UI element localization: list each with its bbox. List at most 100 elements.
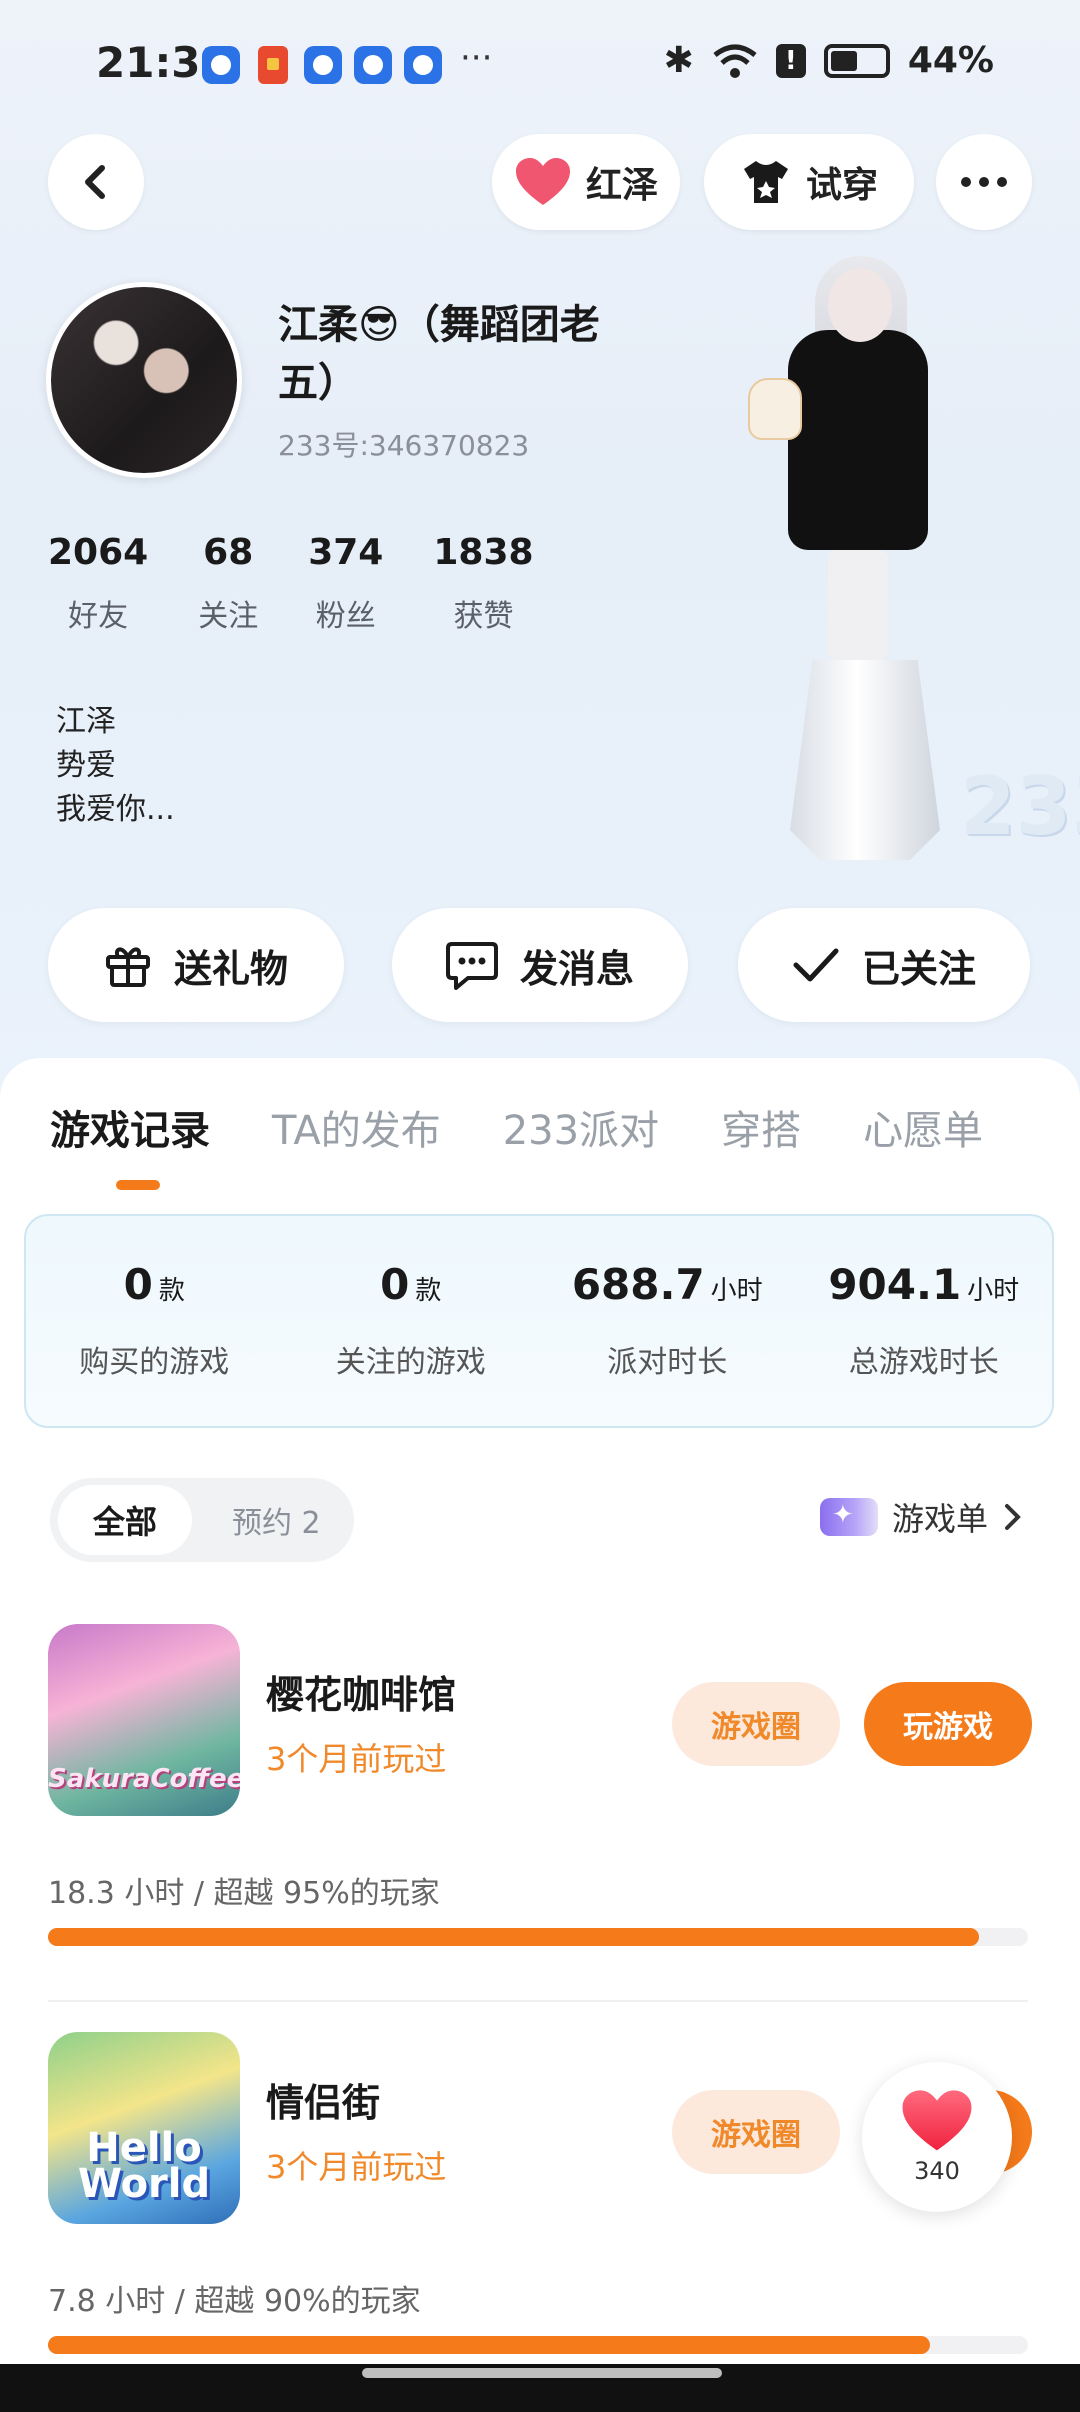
stat-label: 获赞	[453, 599, 514, 634]
like-button[interactable]: 红泽	[492, 134, 680, 230]
back-button[interactable]	[48, 134, 144, 230]
more-notifications-icon: ···	[460, 38, 493, 78]
game-icon-hello-world[interactable]: Hello World	[48, 2032, 240, 2224]
game-circle-button[interactable]: 游戏圈	[672, 2090, 840, 2174]
send-message-label: 发消息	[519, 946, 634, 991]
followed-button[interactable]: 已关注	[738, 908, 1030, 1022]
wifi-icon	[713, 44, 757, 78]
game-icon-text: Hello World	[77, 2125, 211, 2207]
game-progress-bar	[48, 2336, 1028, 2354]
chevron-right-icon	[1005, 1504, 1021, 1530]
summary-value: 0	[380, 1260, 410, 1309]
status-right: ✱ ! 44%	[664, 40, 994, 81]
stat-number: 68	[203, 532, 254, 573]
game-title[interactable]: 情侣街	[266, 2072, 380, 2127]
game-list-label: 游戏单	[891, 1500, 988, 1538]
game-icon-text: SakuraCoffee	[48, 1764, 240, 1794]
game-circle-button[interactable]: 游戏圈	[672, 1682, 840, 1766]
filter-segment: 全部 预约 2	[50, 1478, 354, 1562]
game-item: SakuraCoffee 樱花咖啡馆 3个月前玩过 游戏圈 玩游戏 18.3 小…	[48, 1624, 1038, 2004]
send-gift-label: 送礼物	[173, 946, 288, 991]
home-gesture-handle[interactable]	[362, 2368, 722, 2378]
notification-redpacket-icon	[258, 46, 288, 84]
stat-fans[interactable]: 374 粉丝	[308, 532, 383, 635]
badge-233: 233	[960, 760, 1080, 853]
bluetooth-icon: ✱	[663, 40, 694, 81]
floating-like-button[interactable]: 340	[862, 2062, 1012, 2212]
game-summary-card: 0款 购买的游戏 0款 关注的游戏 688.7 小时 派对时长 904.1 小时 总…	[24, 1214, 1054, 1428]
profile-stats: 2064 好友 68 关注 374 粉丝 1838 获赞	[48, 532, 584, 635]
summary-followed: 0款 关注的游戏	[283, 1216, 540, 1426]
status-bar: 21:31 ··· ✱ ! 44%	[0, 0, 1080, 130]
stat-following[interactable]: 68 关注	[198, 532, 258, 635]
filter-reserve[interactable]: 预约 2	[232, 1498, 321, 1542]
summary-label: 总游戏时长	[848, 1345, 999, 1380]
stat-number: 1838	[433, 532, 534, 573]
try-on-label: 试穿	[805, 165, 878, 206]
game-list-link[interactable]: 游戏单	[819, 1494, 1024, 1540]
tab-party[interactable]: 233派对	[503, 1098, 659, 1156]
divider	[48, 2000, 1028, 2002]
send-message-button[interactable]: 发消息	[392, 908, 688, 1022]
try-on-button[interactable]: 试穿	[704, 134, 914, 230]
stat-number: 374	[308, 532, 384, 573]
stat-friends[interactable]: 2064 好友	[48, 532, 148, 635]
play-game-button[interactable]: 玩游戏	[864, 1682, 1032, 1766]
summary-value: 0	[123, 1260, 153, 1309]
summary-label: 派对时长	[607, 1345, 728, 1380]
filter-all[interactable]: 全部	[58, 1485, 192, 1555]
stat-label: 好友	[68, 599, 129, 634]
profile-name: 江柔😎（舞蹈团老五）	[278, 302, 600, 406]
battery-level: 44%	[907, 40, 994, 81]
heart-icon	[515, 158, 570, 205]
tab-outfits[interactable]: 穿搭	[721, 1098, 801, 1156]
figure-legs	[828, 550, 888, 660]
game-last-played: 3个月前玩过	[266, 2148, 447, 2186]
game-icon-sakura-coffee[interactable]: SakuraCoffee	[48, 1624, 240, 1816]
game-play-stats: 7.8 小时 / 超越 90%的玩家	[48, 2284, 421, 2319]
notification-app-icon	[404, 46, 442, 84]
stat-likes[interactable]: 1838 获赞	[433, 532, 533, 635]
figure-pedestal	[790, 660, 940, 860]
alert-icon: !	[775, 43, 806, 78]
summary-unit: 小时	[710, 1276, 763, 1306]
more-dot	[997, 177, 1007, 187]
profile-tabs: 游戏记录 TA的发布 233派对 穿搭 心愿单	[50, 1098, 983, 1156]
notification-app-icon	[354, 46, 392, 84]
game-play-stats: 18.3 小时 / 超越 95%的玩家	[48, 1876, 440, 1911]
tab-posts[interactable]: TA的发布	[272, 1098, 441, 1156]
tab-game-records[interactable]: 游戏记录	[50, 1098, 210, 1156]
stat-number: 2064	[48, 532, 149, 573]
tshirt-icon	[743, 161, 788, 203]
summary-label: 购买的游戏	[79, 1345, 230, 1380]
summary-total-time: 904.1 小时 总游戏时长	[796, 1216, 1053, 1426]
send-gift-button[interactable]: 送礼物	[48, 908, 344, 1022]
game-progress-bar	[48, 1928, 1028, 1946]
tab-wishlist[interactable]: 心愿单	[863, 1098, 983, 1156]
summary-unit: 小时	[967, 1276, 1020, 1306]
chevron-left-icon	[85, 165, 105, 199]
followed-label: 已关注	[861, 946, 976, 991]
summary-unit: 款	[158, 1276, 185, 1306]
avatar[interactable]	[46, 282, 242, 478]
heart-icon	[902, 2090, 972, 2151]
gift-icon	[105, 947, 150, 987]
profile-uid[interactable]: 233号:346370823	[278, 424, 529, 464]
game-progress-fill	[48, 2336, 930, 2354]
sparkle-icon	[819, 1498, 878, 1536]
notification-app-icon	[202, 46, 240, 84]
battery-icon	[823, 43, 890, 78]
check-icon	[793, 948, 839, 982]
lucky-cat-icon	[748, 378, 802, 440]
summary-label: 关注的游戏	[335, 1345, 486, 1380]
summary-purchased: 0款 购买的游戏	[26, 1216, 283, 1426]
more-button[interactable]	[936, 134, 1032, 230]
more-dot	[961, 177, 971, 187]
figure-head	[828, 268, 892, 342]
like-count: 340	[914, 2157, 960, 2185]
figure-body	[788, 330, 928, 550]
summary-value: 904.1	[828, 1260, 962, 1309]
more-dot	[979, 177, 989, 187]
active-tab-indicator	[116, 1180, 160, 1190]
game-title[interactable]: 樱花咖啡馆	[266, 1664, 456, 1719]
